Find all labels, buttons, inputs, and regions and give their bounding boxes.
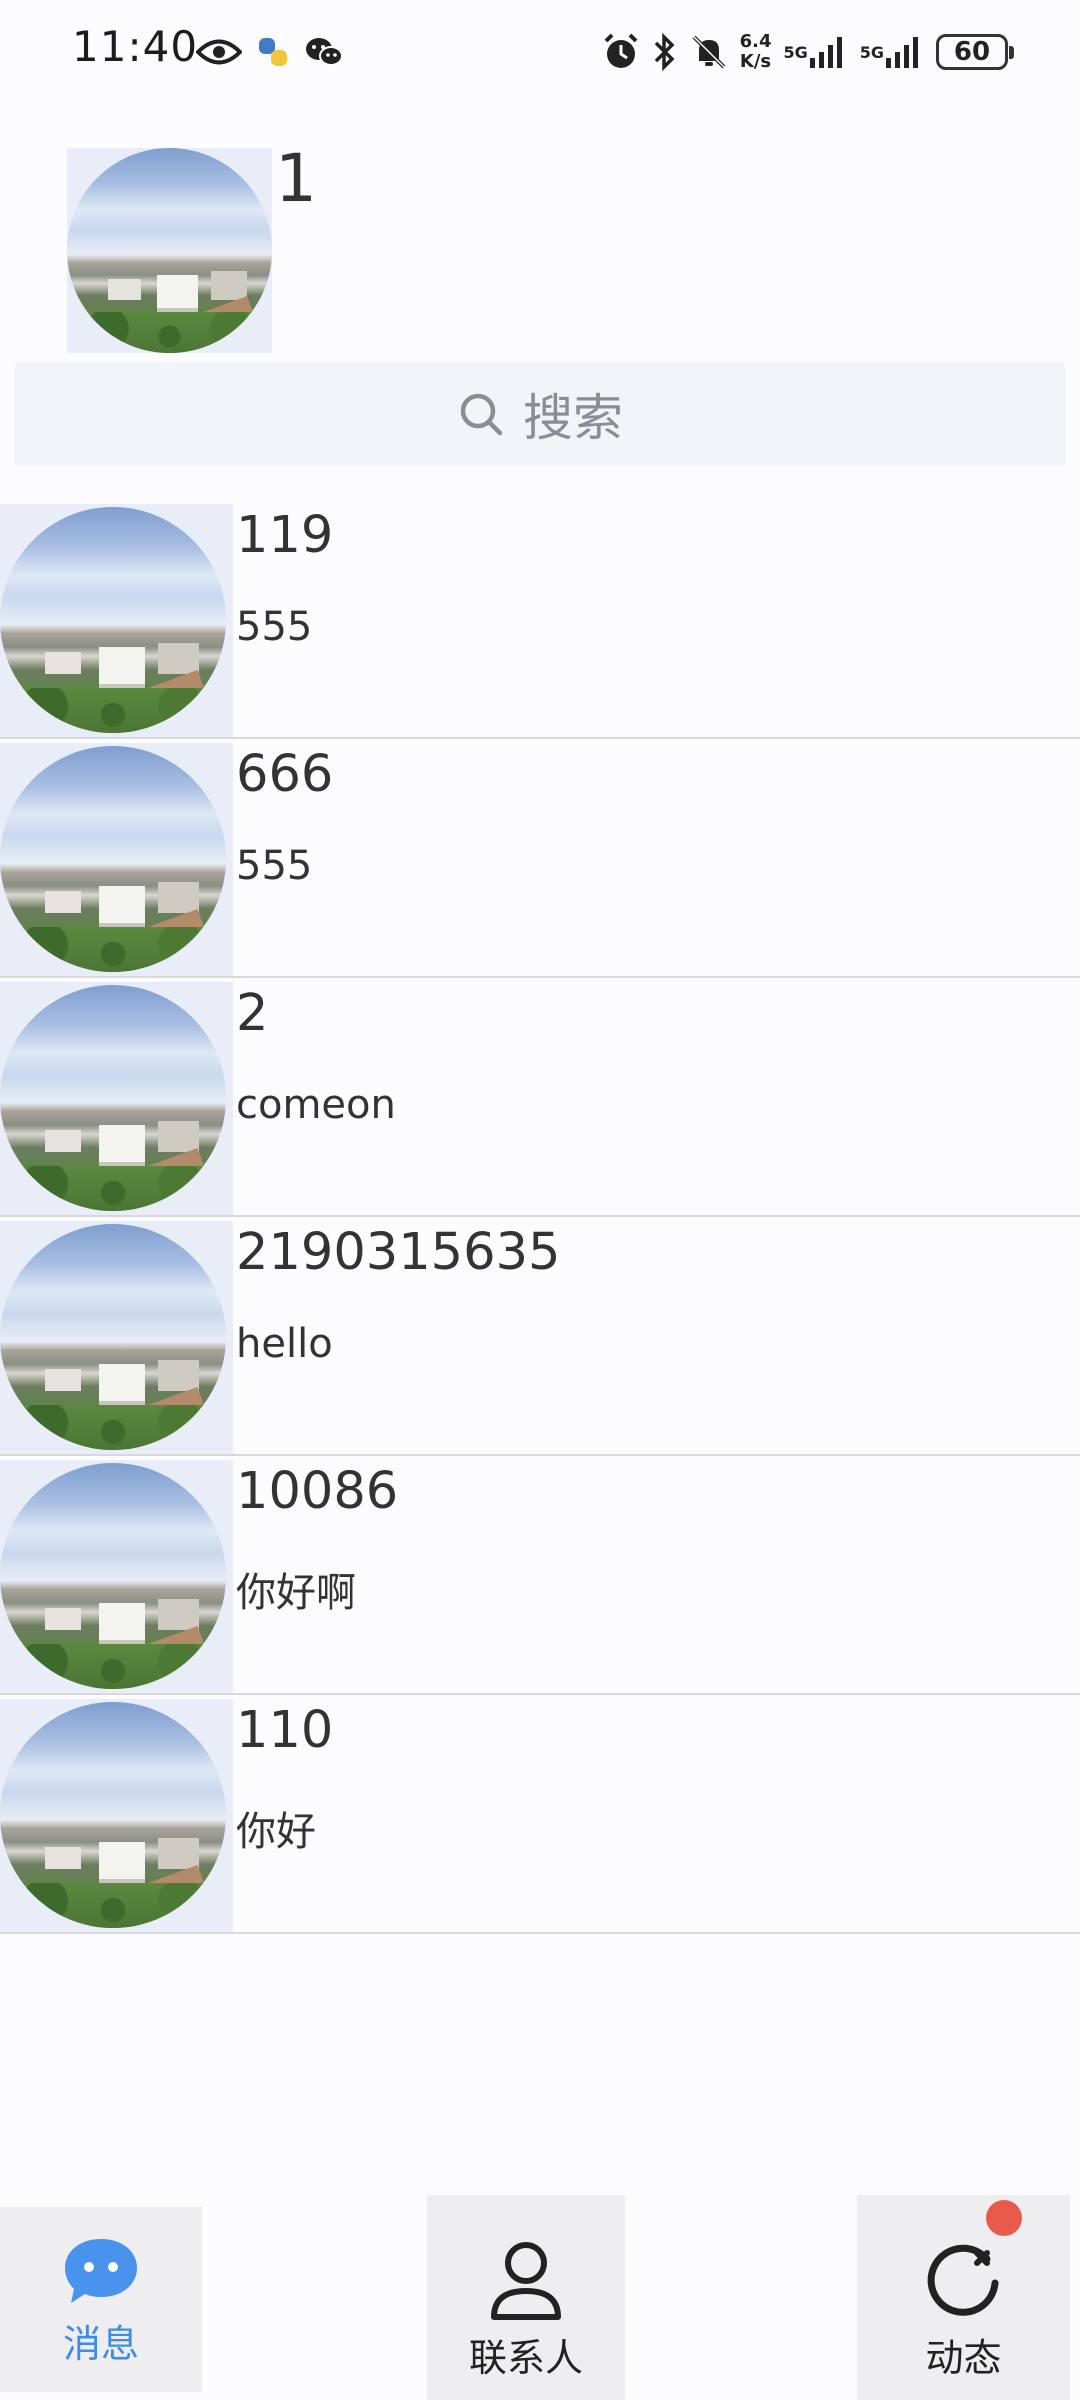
status-right-icons: 6.4 K/s 5G 5G 60 xyxy=(602,24,1014,80)
avatar-image xyxy=(0,985,226,1211)
search-bar[interactable]: 搜索 xyxy=(14,362,1066,466)
signal-sim2-icon: 5G xyxy=(860,34,924,70)
avatar-image xyxy=(0,746,226,972)
chat-row[interactable]: 666 555 xyxy=(0,739,1080,978)
nav-messages-label: 消息 xyxy=(62,2322,139,2366)
eye-icon xyxy=(196,37,242,67)
avatar-image xyxy=(0,1463,226,1689)
avatar-image xyxy=(0,1702,226,1928)
moments-icon xyxy=(921,2237,1007,2323)
nav-moments-label: 动态 xyxy=(925,2336,1002,2380)
net-speed-unit: K/s xyxy=(739,51,772,72)
chat-avatar xyxy=(0,1699,233,1932)
status-time: 11:40 xyxy=(72,22,199,71)
mute-bell-icon xyxy=(690,33,728,71)
battery-level: 60 xyxy=(953,37,991,67)
chat-last-message: 555 xyxy=(236,604,313,650)
signal-sim1-icon: 5G xyxy=(783,34,847,70)
alarm-icon xyxy=(602,33,640,71)
python-app-icon xyxy=(256,35,290,69)
chat-name: 2190315635 xyxy=(236,1223,561,1282)
nav-moments-tab[interactable]: 动态 xyxy=(857,2195,1070,2400)
avatar-image xyxy=(0,1224,226,1450)
chat-row[interactable]: 10086 你好啊 xyxy=(0,1456,1080,1695)
nav-contacts-label: 联系人 xyxy=(468,2336,583,2380)
bottom-nav: 消息 联系人 动态 xyxy=(0,2195,1080,2400)
avatar-image xyxy=(0,507,226,733)
search-icon xyxy=(457,390,505,438)
chat-row[interactable]: 2190315635 hello xyxy=(0,1217,1080,1456)
nav-contacts-tab[interactable]: 联系人 xyxy=(427,2195,625,2400)
chat-last-message: 你好啊 xyxy=(236,1570,356,1616)
status-bar: 11:40 6.4 K/s 5G 5G 60 xyxy=(0,0,1080,100)
wechat-icon xyxy=(304,35,344,69)
net-speed-value: 6.4 xyxy=(739,31,772,52)
chat-last-message: hello xyxy=(236,1321,333,1367)
chat-last-message: 555 xyxy=(236,843,313,889)
nav-messages-tab[interactable]: 消息 xyxy=(0,2207,202,2392)
person-icon xyxy=(486,2237,566,2323)
sim1-label: 5G xyxy=(783,42,808,62)
chat-row[interactable]: 110 你好 xyxy=(0,1695,1080,1934)
chat-name: 119 xyxy=(236,506,334,565)
chat-name: 2 xyxy=(236,984,269,1043)
chat-avatar xyxy=(0,743,233,976)
profile-avatar[interactable] xyxy=(67,148,272,353)
status-left-icons xyxy=(196,30,344,74)
avatar-image xyxy=(67,148,272,353)
sim2-label: 5G xyxy=(859,42,884,62)
chat-name: 666 xyxy=(236,745,334,804)
chat-row[interactable]: 2 comeon xyxy=(0,978,1080,1217)
chat-list: 119 555 666 555 2 comeon 2190315635 hell… xyxy=(0,500,1080,1934)
chat-avatar xyxy=(0,504,233,737)
chat-avatar xyxy=(0,1460,233,1693)
notification-badge xyxy=(986,2200,1022,2236)
network-speed: 6.4 K/s xyxy=(740,32,772,72)
chat-row[interactable]: 119 555 xyxy=(0,500,1080,739)
bluetooth-icon xyxy=(652,33,678,71)
chat-name: 10086 xyxy=(236,1462,399,1521)
chat-last-message: 你好 xyxy=(236,1809,316,1855)
search-placeholder: 搜索 xyxy=(523,389,623,447)
profile-header: 1 xyxy=(0,140,1080,355)
profile-name: 1 xyxy=(275,140,317,217)
chat-bubble-icon xyxy=(61,2235,141,2309)
chat-avatar xyxy=(0,1221,233,1454)
chat-name: 110 xyxy=(236,1701,334,1760)
chat-avatar xyxy=(0,982,233,1215)
battery-icon: 60 xyxy=(936,34,1014,70)
chat-last-message: comeon xyxy=(236,1082,396,1128)
